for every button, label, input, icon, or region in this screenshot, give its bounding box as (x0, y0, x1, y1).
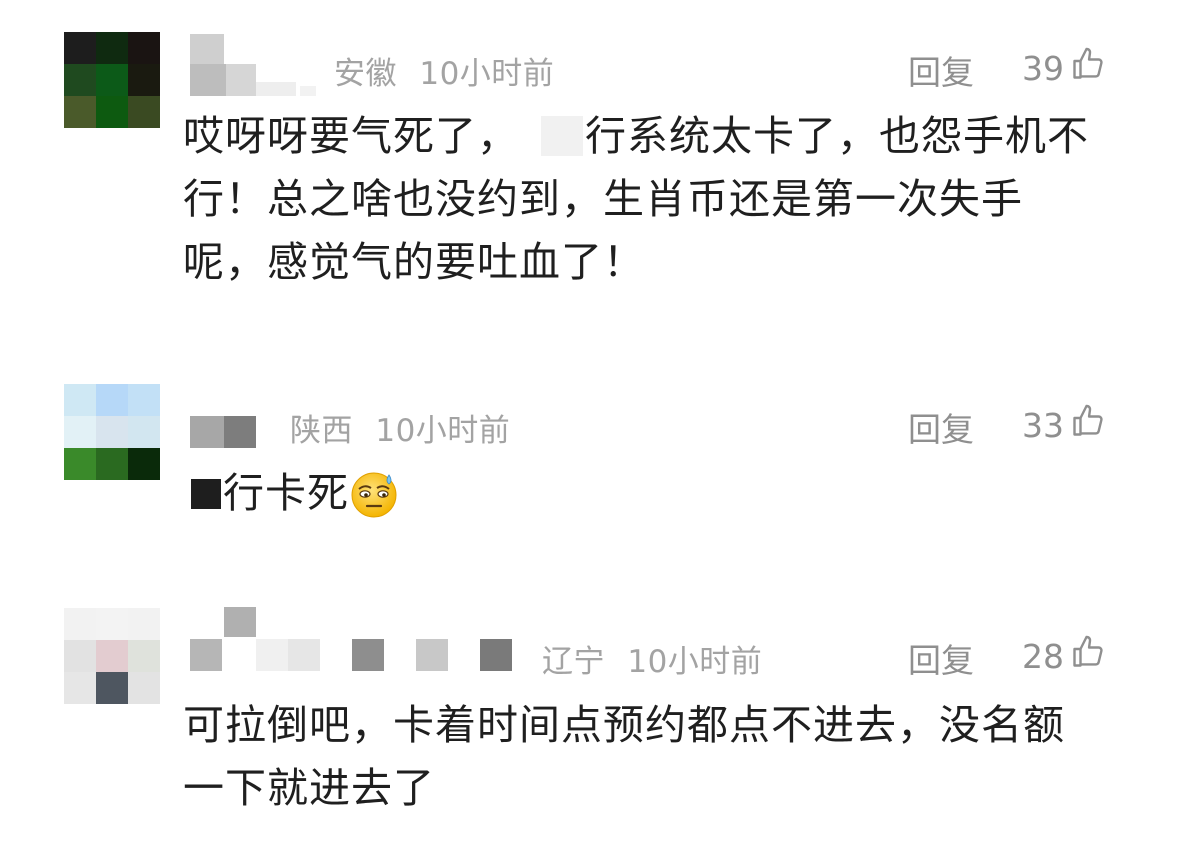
avatar-pixel (96, 640, 128, 672)
comment-text: 哎呀呀要气死了， 行系统太卡了，也怨手机不行！总之啥也没约到，生肖币还是第一次失手… (183, 105, 1093, 294)
sweat-smile-emoji (349, 469, 399, 537)
reply-button[interactable]: 回复 (908, 403, 974, 451)
avatar[interactable] (64, 32, 160, 128)
avatar-pixel (64, 608, 96, 640)
comment-text: 行卡死 (183, 462, 1093, 537)
avatar-pixel (64, 640, 96, 672)
redacted-block (541, 116, 583, 156)
avatar-pixel (64, 672, 96, 704)
avatar-pixel (128, 672, 160, 704)
like-count: 39 (1022, 48, 1064, 88)
avatar-pixel (64, 448, 96, 480)
comment-item: 安徽 10小时前 回复 39 哎呀呀要气死了， 行系统太卡了，也怨手机不行！总之啥… (0, 0, 1179, 340)
avatar-pixel (64, 384, 96, 416)
location-label: 辽宁 (542, 644, 605, 680)
username-redacted[interactable] (190, 607, 520, 671)
thumbs-up-icon (1064, 46, 1106, 90)
avatar-pixel (128, 64, 160, 96)
avatar-pixel (128, 608, 160, 640)
like-button[interactable]: 39 (1022, 46, 1106, 90)
timestamp: 10小时前 (419, 56, 555, 92)
avatar-pixel (96, 96, 128, 128)
avatar-pixel (96, 448, 128, 480)
reply-button[interactable]: 回复 (908, 46, 974, 94)
thumbs-up-icon (1064, 634, 1106, 678)
username-redacted[interactable] (190, 34, 340, 96)
comment-text: 可拉倒吧，卡着时间点预约都点不进去，没名额一下就进去了 (183, 701, 1065, 812)
like-count: 28 (1022, 636, 1064, 676)
avatar-pixel (96, 32, 128, 64)
avatar-pixel (128, 32, 160, 64)
avatar-pixel (64, 96, 96, 128)
reply-button[interactable]: 回复 (908, 634, 974, 682)
location-label: 陕西 (290, 413, 353, 449)
like-button[interactable]: 28 (1022, 634, 1106, 678)
thumbs-up-icon (1064, 403, 1106, 447)
avatar-pixel (128, 96, 160, 128)
comment-meta: 安徽 10小时前 (334, 48, 554, 93)
like-button[interactable]: 33 (1022, 403, 1106, 447)
avatar-pixel (64, 64, 96, 96)
location-label: 安徽 (334, 56, 397, 92)
avatar-pixel (96, 384, 128, 416)
username-redacted[interactable] (190, 416, 260, 448)
avatar-pixel (64, 32, 96, 64)
redacted-block (191, 479, 221, 509)
avatar-pixel (96, 416, 128, 448)
avatar-pixel (128, 416, 160, 448)
comment-text-part: 行卡死 (223, 469, 349, 517)
comment-meta: 陕西 10小时前 (290, 405, 510, 450)
avatar[interactable] (64, 384, 160, 480)
comment-meta: 辽宁 10小时前 (542, 636, 762, 681)
avatar-pixel (64, 416, 96, 448)
avatar-pixel (96, 672, 128, 704)
avatar-pixel (96, 608, 128, 640)
avatar-pixel (96, 64, 128, 96)
like-count: 33 (1022, 405, 1064, 445)
timestamp: 10小时前 (375, 413, 511, 449)
avatar[interactable] (64, 608, 160, 704)
comment-text-part: 哎呀呀要气死了， (183, 112, 519, 160)
timestamp: 10小时前 (627, 644, 763, 680)
avatar-pixel (128, 448, 160, 480)
avatar-pixel (128, 384, 160, 416)
avatar-pixel (128, 640, 160, 672)
